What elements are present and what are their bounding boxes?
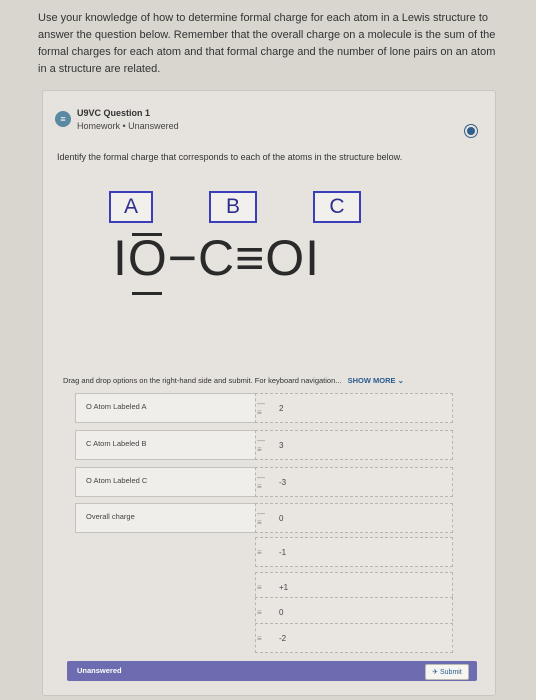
lone-pair-bar-bottom xyxy=(132,292,162,295)
option-value: 2 xyxy=(279,403,284,413)
intro-text: Use your knowledge of how to determine f… xyxy=(38,12,496,75)
option-item[interactable]: ≡ -2 xyxy=(257,623,437,653)
drag-handle-icon[interactable]: ≡ xyxy=(257,583,267,592)
question-title: U9VC Question 1 xyxy=(77,108,151,118)
drop-row-label: C Atom Labeled B xyxy=(75,430,257,460)
drag-handle-icon[interactable]: — ≡ xyxy=(257,509,267,527)
drag-handle-icon[interactable]: — ≡ xyxy=(257,399,267,417)
submit-label: Submit xyxy=(440,668,462,676)
instructions-text: Drag and drop options on the right-hand … xyxy=(63,376,342,385)
question-prompt: Identify the formal charge that correspo… xyxy=(57,152,403,162)
status-bar: Unanswered ✈ Submit xyxy=(67,661,477,681)
option-item[interactable]: — ≡ -3 xyxy=(257,467,437,497)
drag-handle-icon[interactable]: — ≡ xyxy=(257,473,267,491)
option-value: -2 xyxy=(279,633,287,643)
label-a: A xyxy=(109,191,153,223)
option-value: 0 xyxy=(279,513,284,523)
submit-button[interactable]: ✈ Submit xyxy=(425,664,469,680)
status-dot xyxy=(465,125,477,137)
page: Use your knowledge of how to determine f… xyxy=(0,0,536,700)
show-more-link[interactable]: SHOW MORE ⌄ xyxy=(348,376,404,385)
drag-handle-icon[interactable]: ≡ xyxy=(257,608,267,617)
option-item[interactable]: — ≡ 3 xyxy=(257,430,437,460)
drop-row-label: O Atom Labeled C xyxy=(75,467,257,497)
option-value: +1 xyxy=(279,582,289,592)
drag-handle-icon[interactable]: ≡ xyxy=(257,548,267,557)
label-b: B xyxy=(209,191,257,223)
option-item[interactable]: ≡ -1 xyxy=(257,537,437,567)
option-value: 0 xyxy=(279,607,284,617)
question-icon: ≡ xyxy=(55,111,71,127)
option-value: -3 xyxy=(279,477,287,487)
drop-row-label: Overall charge xyxy=(75,503,257,533)
question-card: ≡ U9VC Question 1 Homework • Unanswered … xyxy=(42,90,496,696)
option-item[interactable]: — ≡ 2 xyxy=(257,393,437,423)
drop-row-label: O Atom Labeled A xyxy=(75,393,257,423)
submit-icon: ✈ xyxy=(432,669,440,676)
question-subtitle: Homework • Unanswered xyxy=(77,121,179,131)
option-value: 3 xyxy=(279,440,284,450)
drag-handle-icon[interactable]: — ≡ xyxy=(257,436,267,454)
drag-handle-icon[interactable]: ≡ xyxy=(257,634,267,643)
option-item[interactable]: — ≡ 0 xyxy=(257,503,437,533)
lewis-structure: IO−C≡OI xyxy=(113,230,321,286)
drag-instructions: Drag and drop options on the right-hand … xyxy=(63,376,404,385)
status-label: Unanswered xyxy=(77,666,122,675)
option-value: -1 xyxy=(279,547,287,557)
label-c: C xyxy=(313,191,361,223)
